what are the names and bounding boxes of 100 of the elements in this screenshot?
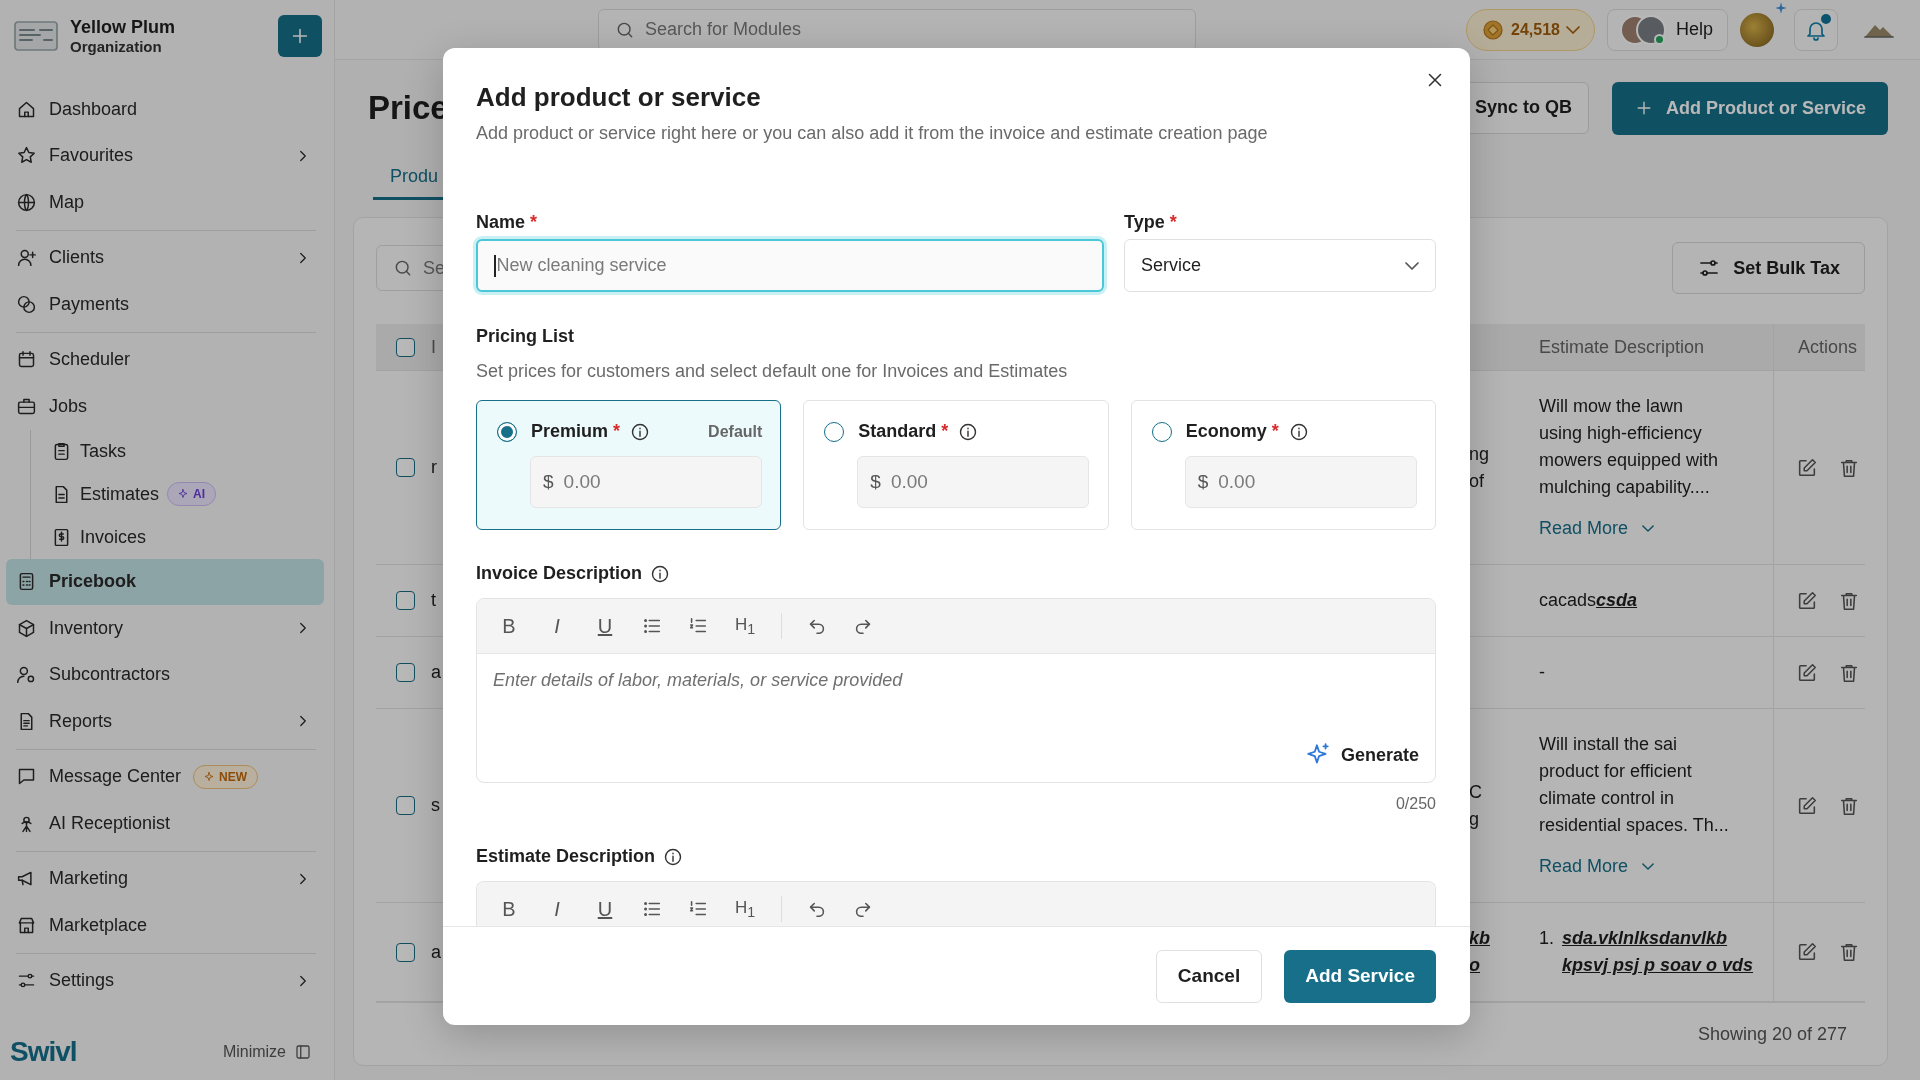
section-hint: Set prices for customers and select default one for Invoices and Estimates — [476, 361, 1069, 382]
ai-badge: AI — [167, 482, 217, 506]
table-cell: kb — [1469, 928, 1490, 949]
app-logo: Swivl — [10, 1036, 77, 1068]
sidebar-item[interactable]: Message Center NEW — [6, 753, 324, 800]
estimate-description-editor[interactable]: B I U H$_{1}$ — [476, 881, 1436, 926]
generate-button[interactable]: Generate — [1304, 742, 1419, 768]
checkbox[interactable] — [396, 591, 415, 610]
radio-button[interactable] — [1151, 421, 1172, 442]
type-dropdown[interactable]: Service — [1124, 239, 1436, 292]
sidebar-item[interactable]: Reports — [6, 698, 324, 745]
default-label: Default — [708, 422, 763, 441]
cancel-button[interactable]: Cancel — [1155, 949, 1263, 1003]
table-cell-text: Will mow the lawn using high-efficiency mowers equipped with mulching capability.... — [1539, 395, 1720, 499]
bulk-tax-button[interactable]: Set Bulk Tax — [1672, 242, 1865, 294]
name-input-field[interactable]: New cleaning service — [476, 239, 1104, 292]
pricing-tier-card[interactable]: Premium * Default $ 0.00 — [476, 400, 782, 530]
tier-name: Economy * — [1185, 421, 1279, 442]
price-input-field[interactable]: $ 0.00 — [857, 456, 1090, 508]
field-label: Estimate Description — [476, 846, 656, 867]
sidebar-item[interactable]: Jobs — [6, 383, 324, 430]
sidebar-item[interactable]: Favourites — [6, 132, 324, 179]
add-product-button[interactable]: Add Product or Service — [1611, 81, 1888, 135]
table-cell-text: sda.vklnlksdanvlkb kpsvj psj p soav o vds — [1562, 927, 1755, 977]
heading-button[interactable]: H$_{1}$ — [733, 894, 758, 924]
module-search-field[interactable]: Search for Modules — [598, 8, 1196, 51]
sidebar-item[interactable]: Dashboard — [6, 86, 324, 133]
table-cell-text: Will install the sai product for efficient climate control in residential spaces. Th... — [1539, 733, 1730, 837]
sidebar-subitem[interactable]: Invoices — [41, 515, 324, 559]
sidebar-item[interactable]: Inventory — [6, 605, 324, 652]
section-title: Pricing List — [476, 326, 575, 347]
chevron-down-icon — [1565, 25, 1580, 34]
field-label: Type * — [1124, 212, 1178, 233]
new-badge: NEW — [193, 764, 259, 789]
sidebar-item[interactable]: AI Receptionist — [6, 800, 324, 847]
minimize-button[interactable]: Minimize — [216, 1042, 318, 1062]
organization-label: Organization — [70, 38, 163, 55]
credits-button[interactable]: 24,518 — [1466, 8, 1595, 51]
search-icon — [393, 258, 413, 278]
info-icon — [958, 421, 979, 442]
table-cell-text: cacadscsda — [1539, 589, 1638, 612]
price-input-field[interactable]: $ 0.00 — [1184, 456, 1417, 508]
chevron-down-icon — [1642, 525, 1655, 532]
bold-button[interactable]: B — [497, 897, 521, 921]
underline-button[interactable]: U — [593, 897, 617, 921]
info-icon — [1288, 421, 1309, 442]
table-cell-text: s — [431, 794, 441, 817]
italic-button[interactable]: I — [545, 614, 569, 638]
table-cell-text: a — [431, 940, 442, 964]
chevron-down-icon — [1405, 261, 1419, 270]
checkbox[interactable] — [396, 663, 415, 682]
italic-button[interactable]: I — [545, 897, 569, 921]
notification-button[interactable] — [1794, 8, 1838, 51]
sidebar-item[interactable]: Map — [6, 179, 324, 226]
info-icon — [650, 563, 671, 584]
cube-icon — [16, 617, 37, 639]
invoice-description-editor[interactable]: B I U H$_{1}$ Enter details of labor, materials, or service provided Generate — [476, 598, 1436, 783]
sidebar-item[interactable]: Marketplace — [6, 902, 324, 949]
checkbox[interactable] — [396, 337, 415, 357]
sidebar-subitem[interactable]: Estimates AI — [41, 472, 324, 516]
coins-icon — [16, 293, 37, 315]
sidebar-subitem[interactable]: Tasks — [41, 429, 324, 473]
sidebar-item[interactable]: Settings — [6, 957, 324, 1004]
price-input-field[interactable]: $ 0.00 — [530, 456, 762, 508]
sidebar-item[interactable]: Payments — [6, 281, 324, 328]
avatar[interactable] — [1740, 12, 1774, 47]
read-more-link[interactable]: Read More — [1539, 515, 1655, 542]
checkbox[interactable] — [396, 458, 415, 477]
heading-button[interactable]: H$_{1}$ — [733, 611, 758, 641]
sidebar-item[interactable]: Pricebook — [6, 558, 324, 605]
checkbox[interactable] — [396, 942, 415, 962]
add-service-button[interactable]: Add Service — [1284, 949, 1436, 1003]
info-icon — [630, 421, 651, 442]
sidebar-item[interactable]: Scheduler — [6, 336, 324, 383]
table-cell: g — [1469, 808, 1479, 830]
dialog-title: Add product or service — [476, 82, 762, 113]
pricing-tier-card[interactable]: Economy * $ 0.00 — [1130, 400, 1436, 530]
add-button[interactable] — [278, 15, 322, 57]
checkbox[interactable] — [396, 796, 415, 815]
sidebar-item[interactable]: Subcontractors — [6, 651, 324, 698]
info-icon — [663, 846, 684, 867]
column-header: I — [431, 335, 437, 359]
pricing-tier-card[interactable]: Standard * $ 0.00 — [803, 400, 1109, 530]
list-number: 1. — [1539, 927, 1554, 950]
table-cell-text: r — [431, 456, 438, 479]
field-label: Name * — [476, 212, 539, 233]
radio-button[interactable] — [824, 421, 845, 442]
chevron-down-icon — [1642, 863, 1655, 870]
sidebar-item[interactable]: Marketing — [6, 855, 324, 902]
table-cell: o — [1469, 955, 1480, 976]
underline-button[interactable]: U — [593, 614, 617, 638]
table-cell-text: - — [1539, 661, 1545, 684]
radio-button[interactable] — [497, 421, 517, 442]
pagination-summary: Showing 20 of 277 — [1697, 1023, 1847, 1045]
table-cell: ng — [1469, 443, 1490, 465]
bold-button[interactable]: B — [497, 614, 521, 638]
read-more-link[interactable]: Read More — [1539, 853, 1655, 880]
help-button[interactable]: Help — [1606, 8, 1728, 51]
dialog-subtitle: Add product or service right here or you can also add it from the invoice and estimate creation page — [476, 123, 1269, 144]
sidebar-item[interactable]: Clients — [6, 234, 324, 281]
